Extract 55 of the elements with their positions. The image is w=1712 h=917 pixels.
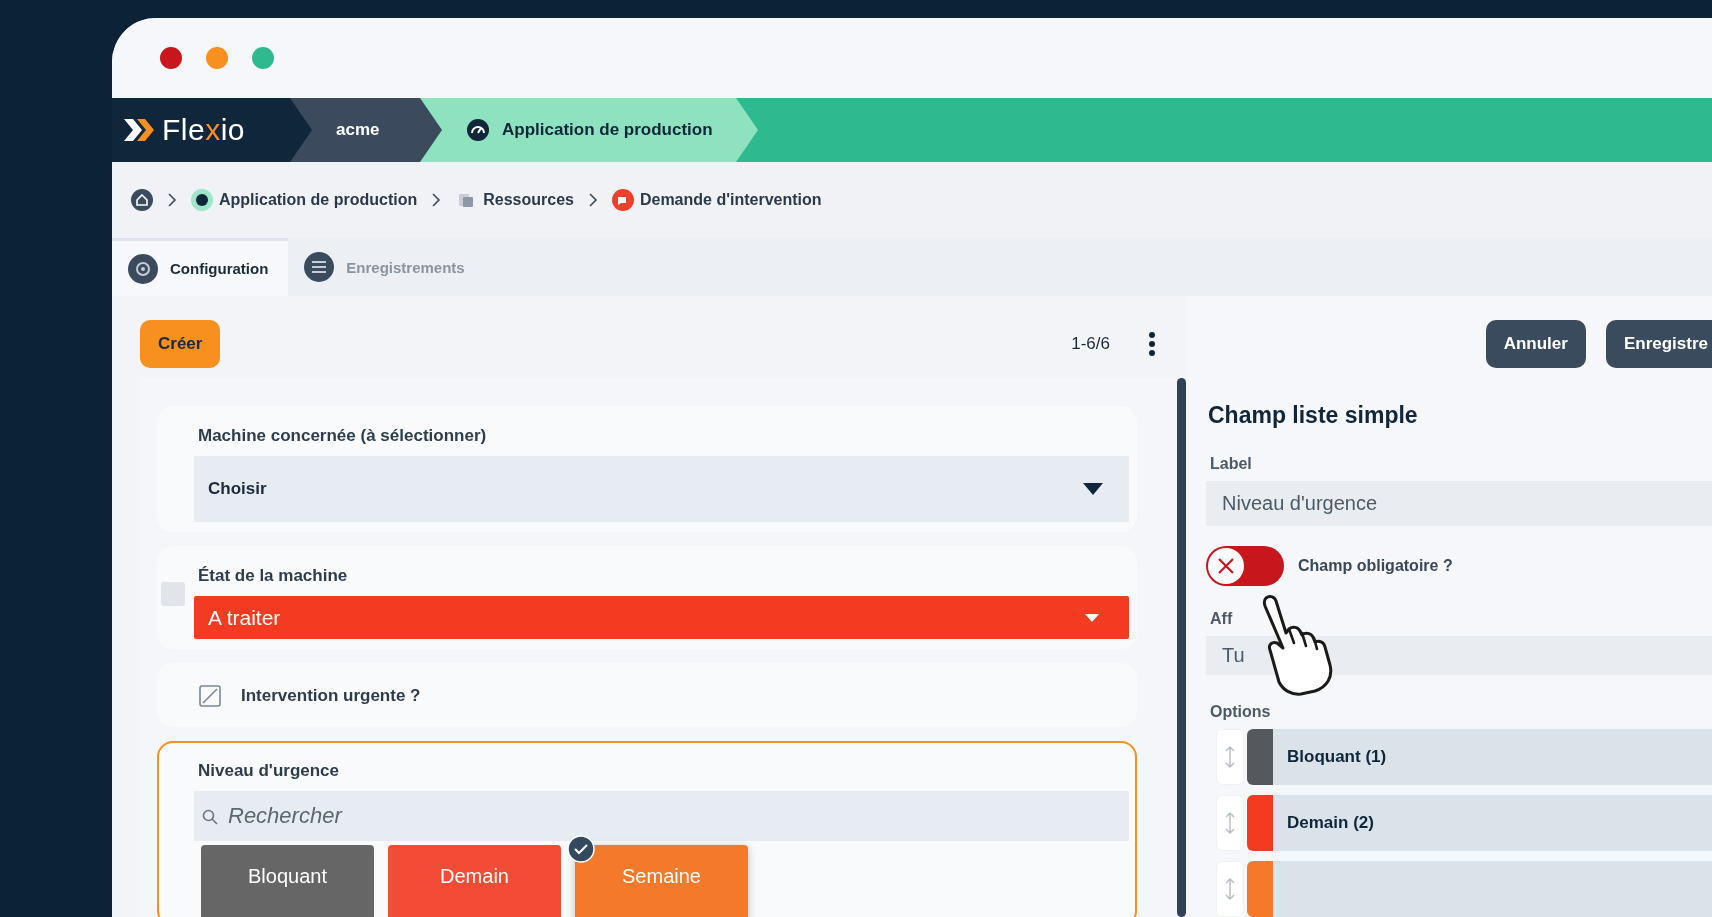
breadcrumb-link[interactable]: Ressources bbox=[455, 189, 574, 211]
form-icon bbox=[611, 189, 634, 211]
field-label: Machine concernée (à sélectionner) bbox=[197, 425, 488, 447]
chevron-right-icon bbox=[587, 193, 598, 207]
window-control[interactable] bbox=[160, 47, 182, 69]
option-tile[interactable]: Bloquant bbox=[201, 845, 374, 917]
gear-icon bbox=[128, 253, 158, 284]
field-card[interactable]: Niveau d'urgence Rechercher Bloquant Demain Semaine bbox=[157, 741, 1137, 917]
logo[interactable]: Flexio bbox=[112, 98, 312, 162]
toggle-label: Champ obligatoire ? bbox=[1298, 556, 1453, 575]
header-segment[interactable]: acme bbox=[312, 98, 442, 162]
pagination-text: 1-6/6 bbox=[1071, 334, 1110, 354]
dropdown-arrow-icon bbox=[1085, 613, 1099, 622]
breadcrumb-link[interactable]: Application de production bbox=[191, 189, 418, 211]
scrollbar[interactable] bbox=[1177, 378, 1186, 917]
panel-title: Champ liste simple bbox=[1208, 402, 1419, 429]
action-button[interactable]: Annuler bbox=[1485, 320, 1586, 368]
window-control[interactable] bbox=[252, 47, 274, 69]
status-select[interactable]: A traiter bbox=[194, 596, 1129, 639]
action-button[interactable]: Enregistre bbox=[1605, 320, 1712, 368]
drag-handle[interactable] bbox=[161, 582, 185, 606]
field-card[interactable]: Intervention urgente ? bbox=[157, 663, 1137, 727]
option-tile[interactable]: Demain bbox=[388, 845, 561, 917]
checkbox-icon[interactable] bbox=[199, 685, 221, 707]
color-swatch[interactable] bbox=[1247, 729, 1273, 785]
home-icon bbox=[131, 189, 153, 211]
field-label: Label bbox=[1210, 455, 1253, 473]
chevrons-icon bbox=[122, 117, 156, 143]
color-swatch[interactable] bbox=[1247, 795, 1273, 851]
option-field[interactable]: Demain (2) bbox=[1273, 795, 1712, 851]
toggle-switch[interactable] bbox=[1206, 545, 1284, 586]
field-label: Options bbox=[1210, 703, 1272, 721]
chevron-right-icon bbox=[431, 193, 442, 207]
more-icon bbox=[1148, 331, 1156, 357]
field-card[interactable]: Machine concernée (à sélectionner) Choisir bbox=[157, 406, 1137, 532]
create-button[interactable]: Créer bbox=[140, 320, 221, 368]
option-field[interactable]: Bloquant (1) bbox=[1273, 729, 1712, 785]
field-label: État de la machine bbox=[197, 565, 349, 587]
field-label: Intervention urgente ? bbox=[241, 686, 421, 706]
chevron-right-icon bbox=[167, 193, 177, 207]
field-label: Aff bbox=[1210, 609, 1234, 628]
dropdown-arrow-icon bbox=[1083, 483, 1103, 495]
search-field[interactable]: Rechercher bbox=[194, 791, 1129, 841]
text-field[interactable]: Niveau d'urgence bbox=[1206, 481, 1712, 526]
select-field[interactable]: Choisir bbox=[194, 456, 1129, 522]
check-icon bbox=[567, 835, 595, 863]
color-swatch[interactable] bbox=[1247, 861, 1273, 917]
option-field[interactable] bbox=[1273, 861, 1712, 917]
drag-handle-icon bbox=[1216, 729, 1244, 785]
tab[interactable]: Configuration bbox=[112, 238, 289, 296]
field-card[interactable]: État de la machine A traiter bbox=[157, 546, 1137, 649]
list-icon bbox=[304, 252, 335, 282]
field-label: Niveau d'urgence bbox=[197, 760, 341, 782]
breadcrumb-link[interactable]: Demande d'intervention bbox=[611, 189, 822, 211]
drag-handle-icon bbox=[1216, 795, 1244, 851]
